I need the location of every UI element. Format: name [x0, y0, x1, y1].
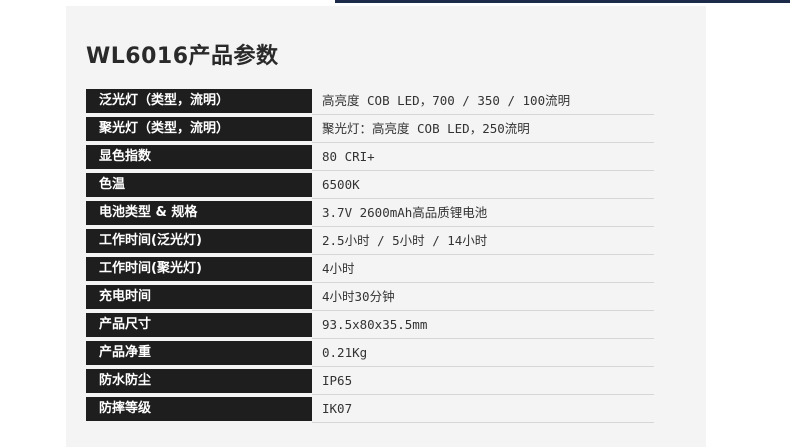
spec-label: 电池类型 & 规格	[86, 201, 312, 225]
spec-value: 80 CRI+	[322, 149, 375, 164]
spec-value: 4小时	[322, 261, 355, 276]
spec-label: 防水防尘	[86, 369, 312, 393]
spec-label: 显色指数	[86, 145, 312, 169]
spec-value: 0.21Kg	[322, 345, 368, 360]
spec-row-waterproof: 防水防尘 IP65	[86, 368, 654, 396]
spec-label: 聚光灯（类型，流明）	[86, 117, 312, 141]
spec-value: 93.5x80x35.5mm	[322, 317, 428, 332]
spec-row-runtime-spot: 工作时间(聚光灯) 4小时	[86, 256, 654, 284]
spec-label: 产品尺寸	[86, 313, 312, 337]
spec-row-color-temperature: 色温 6500K	[86, 172, 654, 200]
spec-label: 泛光灯（类型，流明）	[86, 89, 312, 113]
spec-row-cri: 显色指数 80 CRI+	[86, 144, 654, 172]
spec-value: IP65	[322, 373, 353, 388]
spec-row-net-weight: 产品净重 0.21Kg	[86, 340, 654, 368]
spec-row-battery: 电池类型 & 规格 3.7V 2600mAh高品质锂电池	[86, 200, 654, 228]
spec-row-runtime-flood: 工作时间(泛光灯) 2.5小时 / 5小时 / 14小时	[86, 228, 654, 256]
spec-row-flood-light: 泛光灯（类型，流明） 高亮度 COB LED，700 / 350 / 100流明	[86, 88, 654, 116]
spec-label: 防摔等级	[86, 397, 312, 421]
top-accent-bar	[335, 0, 790, 3]
spec-value: 6500K	[322, 177, 360, 192]
spec-value: 3.7V 2600mAh高品质锂电池	[322, 205, 488, 220]
spec-label: 产品净重	[86, 341, 312, 365]
spec-value: 2.5小时 / 5小时 / 14小时	[322, 233, 488, 248]
spec-row-spot-light: 聚光灯（类型，流明） 聚光灯：高亮度 COB LED，250流明	[86, 116, 654, 144]
spec-value: 4小时30分钟	[322, 289, 395, 304]
spec-label: 充电时间	[86, 285, 312, 309]
spec-label: 工作时间(泛光灯)	[86, 229, 312, 253]
spec-label: 工作时间(聚光灯)	[86, 257, 312, 281]
spec-row-impact: 防摔等级 IK07	[86, 396, 654, 424]
spec-table: 泛光灯（类型，流明） 高亮度 COB LED，700 / 350 / 100流明…	[86, 88, 654, 424]
spec-label: 色温	[86, 173, 312, 197]
spec-row-charge-time: 充电时间 4小时30分钟	[86, 284, 654, 312]
spec-row-dimensions: 产品尺寸 93.5x80x35.5mm	[86, 312, 654, 340]
spec-value: IK07	[322, 401, 353, 416]
spec-value: 高亮度 COB LED，700 / 350 / 100流明	[322, 93, 571, 108]
spec-value: 聚光灯：高亮度 COB LED，250流明	[322, 121, 530, 136]
page-title: WL6016产品参数	[86, 44, 279, 69]
